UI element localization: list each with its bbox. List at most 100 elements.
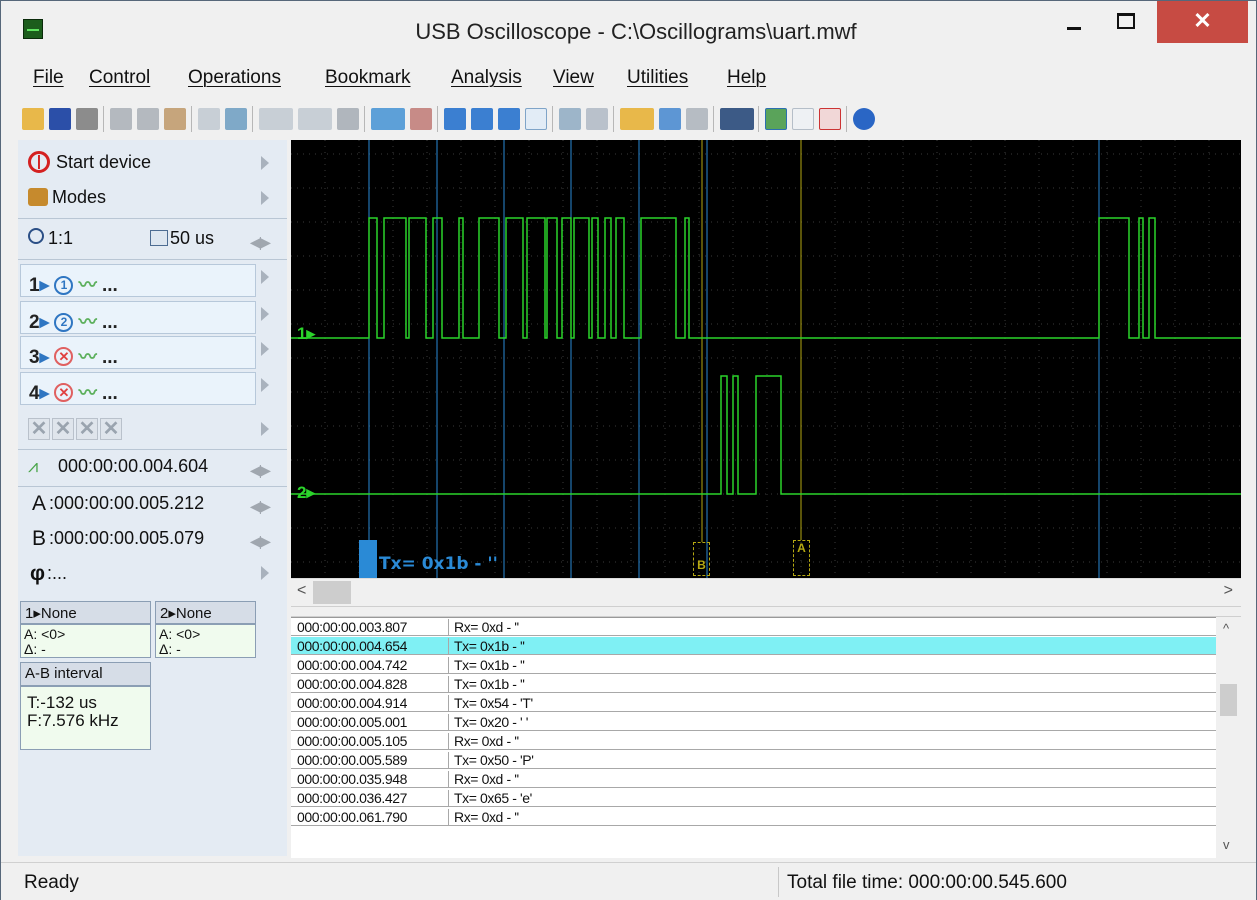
oscilloscope-display[interactable]: 1▸ 2▸ Tx= 0x1b - '' B A (291, 140, 1241, 578)
menu-operations[interactable]: Operations (188, 67, 281, 89)
toggle-off-icon[interactable]: ✕ (28, 418, 50, 440)
ab-interval-header[interactable]: A-B interval (20, 662, 151, 686)
menu-analysis[interactable]: Analysis (451, 67, 522, 89)
table-row[interactable]: 000:00:00.004.914 Tx= 0x54 - 'T' (291, 694, 1216, 712)
cursor-a-flag[interactable]: A (793, 540, 810, 576)
vertical-scrollbar[interactable]: ^ v (1216, 617, 1241, 858)
zoom-timebase-row[interactable]: 1:1 50 us ◀|▶ (18, 228, 287, 254)
table-row[interactable]: 000:00:00.004.828 Tx= 0x1b - '' (291, 675, 1216, 693)
decoder-open-icon[interactable] (620, 108, 654, 130)
decoder-stop-icon[interactable] (686, 108, 708, 130)
menu-control[interactable]: Control (89, 67, 150, 89)
row-value: Tx= 0x1b - '' (448, 657, 525, 674)
clear-icon[interactable] (819, 108, 841, 130)
check-down-icon[interactable] (471, 108, 493, 130)
toggle-off-icon[interactable]: ✕ (76, 418, 98, 440)
left-right-arrows-icon[interactable]: ◀|▶ (250, 234, 271, 251)
decoder-settings-icon[interactable] (720, 108, 754, 130)
ch1-ground-marker[interactable]: 1▸ (297, 324, 315, 344)
toolbar (18, 100, 1148, 136)
table-row[interactable]: 000:00:00.036.427 Tx= 0x65 - 'e' (291, 789, 1216, 807)
check-all-icon[interactable] (498, 108, 520, 130)
ch2-ground-marker[interactable]: 2▸ (297, 483, 315, 503)
left-right-arrows-icon[interactable]: ◀|▶ (250, 498, 271, 515)
channel-4-row[interactable]: 4▸ ✕ 〰 ... (20, 372, 256, 405)
copy-icon[interactable] (110, 108, 132, 130)
ch2-measure-header[interactable]: 2▸None (155, 601, 256, 624)
table-row[interactable]: 000:00:00.003.807 Rx= 0xd - '' (291, 618, 1216, 636)
pane-splitter[interactable] (291, 606, 1241, 617)
marker-icon[interactable] (225, 108, 247, 130)
chart-dropdown-icon[interactable] (371, 108, 405, 130)
title-bar[interactable]: USB Oscilloscope - C:\Oscillograms\uart.… (1, 1, 1256, 61)
bookmark-flag-icon[interactable] (359, 540, 377, 578)
channel-label: 2 (29, 312, 40, 333)
table-row[interactable]: 000:00:00.035.948 Rx= 0xd - '' (291, 770, 1216, 788)
channel-2-row[interactable]: 2▸ 2 〰 ... (20, 301, 256, 334)
table-row[interactable]: 000:00:00.005.589 Tx= 0x50 - 'P' (291, 751, 1216, 769)
menu-bookmark[interactable]: Bookmark (325, 67, 411, 89)
menu-help[interactable]: Help (727, 67, 766, 89)
scroll-up-icon[interactable]: ^ (1223, 621, 1229, 636)
print-icon[interactable] (76, 108, 98, 130)
channel-label: 1 (29, 275, 40, 296)
zoom-fit-icon[interactable] (559, 108, 581, 130)
ch1-measure-header[interactable]: 1▸None (20, 601, 151, 624)
scroll-thumb[interactable] (313, 581, 351, 604)
delete-chart-icon[interactable] (410, 108, 432, 130)
toggle-off-icon[interactable]: ✕ (100, 418, 122, 440)
table-row[interactable]: 000:00:00.004.654 Tx= 0x1b - '' (291, 637, 1216, 655)
table-row[interactable]: 000:00:00.061.790 Rx= 0xd - '' (291, 808, 1216, 826)
scroll-down-icon[interactable]: v (1223, 837, 1230, 852)
cursor-b-row[interactable]: B :000:00:00.005.079 ◀|▶ (18, 527, 287, 555)
scroll-right-icon[interactable]: > (1224, 582, 1233, 600)
export-icon[interactable] (586, 108, 608, 130)
decoder-run-icon[interactable] (659, 108, 681, 130)
table-row[interactable]: 000:00:00.005.001 Tx= 0x20 - ' ' (291, 713, 1216, 731)
cursor-a-row[interactable]: A :000:00:00.005.212 ◀|▶ (18, 492, 287, 520)
row-value: Rx= 0xd - '' (448, 771, 519, 788)
trigger-time-row[interactable]: ⩘ 000:00:00.004.604 ◀|▶ (18, 456, 287, 482)
signal-dropdown-icon[interactable] (259, 108, 293, 130)
modes-item[interactable]: Modes (18, 187, 287, 213)
channel-1-row[interactable]: 1▸ 1 〰 ... (20, 264, 256, 297)
left-right-arrows-icon[interactable]: ◀|▶ (250, 462, 271, 479)
list-icon[interactable] (525, 108, 547, 130)
close-button[interactable]: ✕ (1157, 1, 1248, 43)
save-icon[interactable] (49, 108, 71, 130)
start-device-item[interactable]: | Start device (18, 151, 287, 178)
undo-icon[interactable] (337, 108, 359, 130)
menu-file[interactable]: File (33, 67, 64, 89)
toggle-off-icon[interactable]: ✕ (52, 418, 74, 440)
oscillogram-canvas[interactable] (291, 140, 1241, 578)
decoder-table[interactable]: 000:00:00.003.807 Rx= 0xd - '' 000:00:00.0… (291, 617, 1216, 858)
table-row[interactable]: 000:00:00.005.105 Rx= 0xd - '' (291, 732, 1216, 750)
left-right-arrows-icon[interactable]: ◀|▶ (250, 533, 271, 550)
horizontal-scrollbar[interactable]: < > (291, 578, 1241, 605)
table-view-icon[interactable] (792, 108, 814, 130)
paste-icon[interactable] (137, 108, 159, 130)
edit-icon[interactable] (164, 108, 186, 130)
cursor-b-label: B (32, 527, 47, 550)
cursor-b-flag[interactable]: B (693, 542, 710, 576)
channel-3-row[interactable]: 3▸ ✕ 〰 ... (20, 336, 256, 369)
cursor-b-value: :000:00:00.005.079 (49, 528, 205, 548)
signal2-dropdown-icon[interactable] (298, 108, 332, 130)
menu-utilities[interactable]: Utilities (627, 67, 688, 89)
phase-row[interactable]: φ :... (18, 562, 287, 590)
channel-label: 3 (29, 347, 40, 368)
minimize-button[interactable] (1051, 1, 1098, 45)
chevron-right-icon (261, 156, 269, 170)
channel-toggles-row[interactable]: ✕ ✕ ✕ ✕ (18, 418, 287, 444)
help-icon[interactable] (853, 108, 875, 130)
oscillogram-view-icon[interactable] (765, 108, 787, 130)
menu-view[interactable]: View (553, 67, 594, 89)
ab-period-value: T:-132 us (27, 693, 97, 712)
check-icon[interactable] (444, 108, 466, 130)
maximize-button[interactable] (1101, 1, 1148, 45)
open-file-icon[interactable] (22, 108, 44, 130)
scroll-left-icon[interactable]: < (297, 582, 306, 600)
table-row[interactable]: 000:00:00.004.742 Tx= 0x1b - '' (291, 656, 1216, 674)
scroll-thumb[interactable] (1220, 684, 1237, 716)
measure-icon[interactable] (198, 108, 220, 130)
